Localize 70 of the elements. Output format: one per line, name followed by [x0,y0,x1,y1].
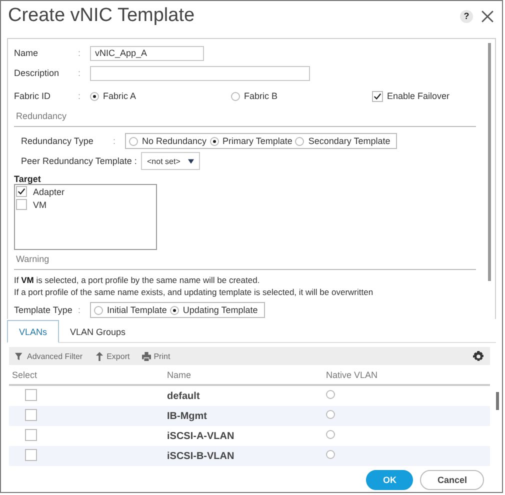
checkbox-label[interactable]: VM [33,200,46,210]
toolbar-button[interactable]: Advanced Filter [15,352,83,360]
tab[interactable]: VLAN Groups [59,321,137,342]
input-field[interactable]: vNIC_App_A [90,46,204,60]
column-header: Select [11,370,38,380]
radio-label[interactable]: No Redundancy [142,136,207,146]
separator: : [78,48,82,58]
checkbox[interactable] [16,199,27,210]
table-cell-text: IB-Mgmt [167,410,208,422]
toolbar-button[interactable]: Print [142,352,170,360]
radio-label[interactable]: Updating Template [182,305,258,315]
radio-button[interactable] [129,136,138,146]
dropdown[interactable]: <not set> [141,152,200,170]
radio-button[interactable] [170,306,179,314]
caret-icon [188,158,194,164]
scrollbar[interactable] [488,43,491,281]
field-label: Redundancy Type [21,136,94,146]
field-label: Template Type [14,305,74,315]
input-field[interactable] [90,66,310,80]
radio-label[interactable]: Initial Template [107,305,167,315]
column-header: Native VLAN [326,370,379,380]
table-cell-text: iSCSI-B-VLAN [167,450,236,462]
radio-label[interactable]: Primary Template [222,136,292,146]
up-arrow-icon [94,352,104,360]
checkbox[interactable] [25,429,37,441]
tab[interactable]: VLANs [7,320,60,343]
close-icon [481,10,494,22]
section-heading: Warning [14,252,476,270]
checkbox-label[interactable]: Enable Failover [387,91,450,101]
section-heading: Target [14,174,42,184]
radio-label[interactable]: Fabric A [103,91,136,101]
field-label: Description [14,68,60,78]
radio-button[interactable] [326,410,335,419]
section-heading: Redundancy [14,109,476,127]
separator: : [78,91,82,101]
toolbar-button[interactable]: Export [94,352,130,360]
settings-icon [473,350,484,362]
checkbox[interactable] [25,449,37,461]
field-label: Peer Redundancy Template : [21,156,138,166]
printer-icon [142,352,151,360]
radio-button[interactable] [94,306,103,314]
warning-text: If VM is selected, a port profile by the same name will be created. [14,274,261,286]
checkbox[interactable] [25,409,37,421]
separator: : [78,305,82,315]
radio-label[interactable]: Fabric B [244,91,278,101]
radio-button[interactable] [90,92,99,100]
radio-button[interactable] [326,450,335,459]
column-header: Name [167,370,192,380]
warning-text: If a port profile of the same name exists, and updating template is selected, it will be overwritten [14,286,374,298]
dialog-title: Create vNIC Template [8,5,195,27]
cancel-button[interactable]: Cancel [420,470,484,490]
field-label: Fabric ID [14,91,52,101]
field-label: Name [14,48,40,58]
checkbox-label[interactable]: Adapter [33,186,65,196]
table-cell-text: iSCSI-A-VLAN [167,430,236,442]
radio-button[interactable] [210,136,219,146]
checkbox[interactable] [16,186,27,197]
separator: : [113,136,117,146]
separator: : [78,68,82,78]
funnel-icon [15,352,24,360]
table-cell-text: default [167,390,201,402]
radio-button[interactable] [326,430,335,439]
radio-label[interactable]: Secondary Template [308,136,390,146]
radio-button[interactable] [295,136,304,146]
radio-button[interactable] [231,92,240,100]
checkbox[interactable] [25,389,37,401]
help-button[interactable]: ? [460,10,473,22]
checkbox[interactable] [372,90,383,102]
radio-button[interactable] [326,390,335,399]
scrollbar[interactable] [496,392,499,410]
